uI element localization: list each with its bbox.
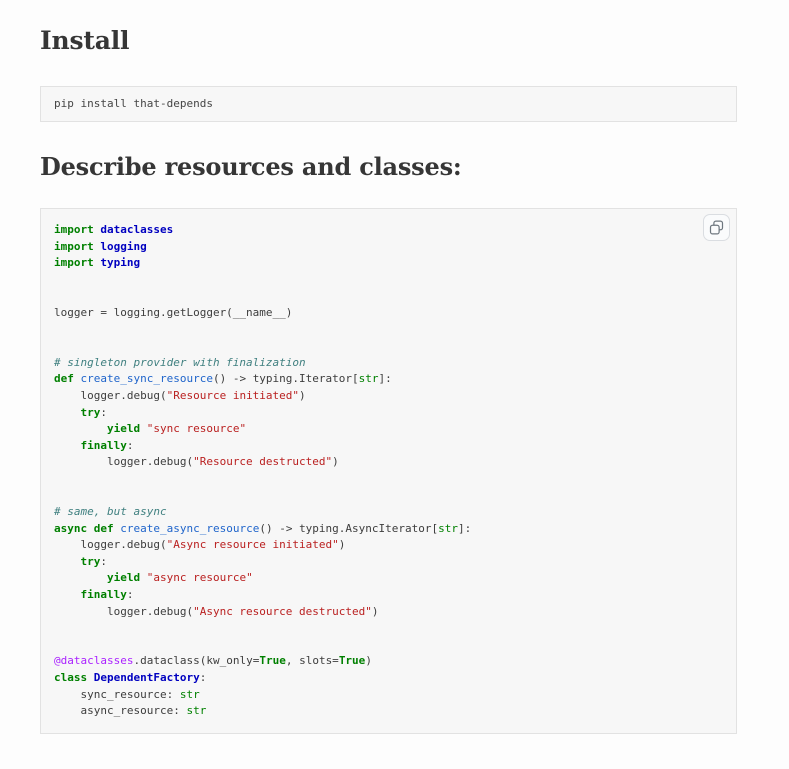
pip-install-command: pip install that-depends [54, 97, 213, 110]
code-line: yield "async resource" [54, 570, 723, 587]
code-line: yield "sync resource" [54, 421, 723, 438]
code-line: import dataclasses [54, 222, 723, 239]
code-line: import logging [54, 239, 723, 256]
code-line: # singleton provider with finalization [54, 355, 723, 372]
readme-content: Install pip install that-depends Describ… [0, 0, 789, 734]
code-line [54, 338, 723, 355]
code-lines: import dataclassesimport loggingimport t… [54, 222, 723, 720]
code-line [54, 272, 723, 289]
code-line: # same, but async [54, 504, 723, 521]
code-line: async def create_async_resource() -> typ… [54, 521, 723, 538]
describe-heading: Describe resources and classes: [40, 152, 737, 182]
code-line: async_resource: str [54, 703, 723, 720]
code-line [54, 288, 723, 305]
code-line: logger = logging.getLogger(__name__) [54, 305, 723, 322]
code-line [54, 637, 723, 654]
code-line: import typing [54, 255, 723, 272]
code-line: try: [54, 554, 723, 571]
page: { "headings": { "install": "Install", "d… [0, 0, 789, 769]
python-code-block: import dataclassesimport loggingimport t… [40, 208, 737, 734]
code-line: logger.debug("Resource destructed") [54, 454, 723, 471]
code-line [54, 471, 723, 488]
code-line: finally: [54, 587, 723, 604]
copy-button[interactable] [703, 214, 730, 241]
code-line: def create_sync_resource() -> typing.Ite… [54, 371, 723, 388]
pip-install-code-block: pip install that-depends [40, 86, 737, 122]
code-line: sync_resource: str [54, 687, 723, 704]
code-line: @dataclasses.dataclass(kw_only=True, slo… [54, 653, 723, 670]
copy-icon [709, 220, 724, 235]
code-line: logger.debug("Resource initiated") [54, 388, 723, 405]
code-line: try: [54, 405, 723, 422]
code-line: logger.debug("Async resource initiated") [54, 537, 723, 554]
code-line [54, 488, 723, 505]
code-line [54, 322, 723, 339]
code-line: logger.debug("Async resource destructed"… [54, 604, 723, 621]
install-heading: Install [40, 26, 737, 56]
code-line: finally: [54, 438, 723, 455]
code-line: class DependentFactory: [54, 670, 723, 687]
code-line [54, 620, 723, 637]
